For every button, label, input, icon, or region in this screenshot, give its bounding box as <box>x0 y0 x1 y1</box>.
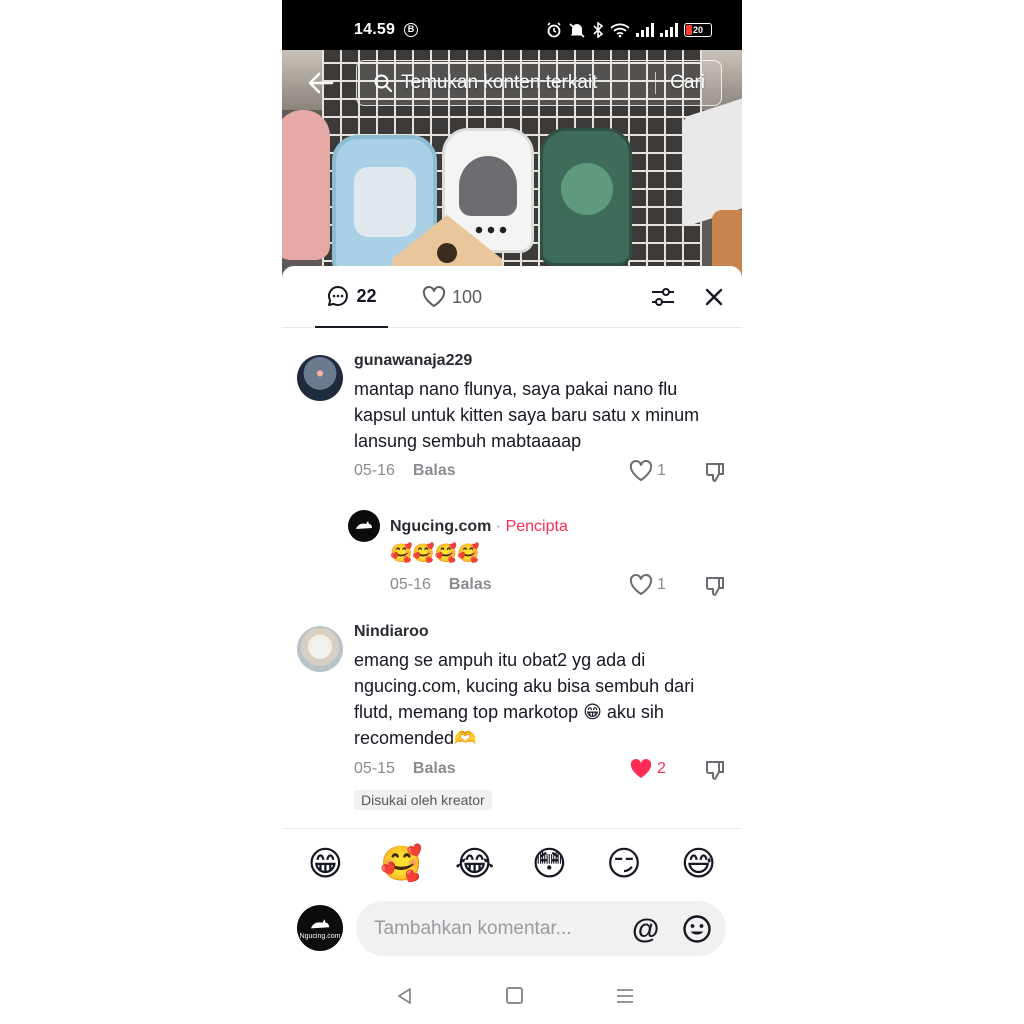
wifi-icon <box>610 23 630 38</box>
search-button[interactable]: Cari <box>656 72 721 94</box>
dislike-icon[interactable] <box>704 461 726 483</box>
comment-item: Nindiaroo emang se ampuh itu obat2 yg ad… <box>282 606 742 826</box>
comment-text: mantap nano flunya, saya pakai nano flu … <box>354 379 700 451</box>
battery-icon: 20 <box>684 23 712 37</box>
heart-icon <box>629 460 653 481</box>
avatar-label: Ngucing.com <box>299 932 341 940</box>
like-button[interactable]: 1 <box>629 574 666 596</box>
mute-icon <box>569 23 585 38</box>
heart-filled-icon <box>630 759 652 778</box>
comment-date: 05-16 <box>354 462 395 479</box>
battery-level: 20 <box>692 25 703 35</box>
my-avatar[interactable]: Ngucing.com <box>297 905 343 951</box>
top-search-bar: Temukan konten terkait Cari <box>282 58 742 108</box>
status-icons: 20 <box>546 20 712 40</box>
arrow-left-icon <box>308 72 334 94</box>
comment-date: 05-15 <box>354 760 395 777</box>
emoji-joy-button[interactable]: 😂 <box>455 844 495 884</box>
search-field[interactable]: Temukan konten terkait Cari <box>356 60 722 106</box>
emoji-flushed-button[interactable]: 😳 <box>529 844 569 884</box>
emoji-grin-button[interactable]: 😁 <box>305 844 345 884</box>
emoji-smirk-button[interactable]: 😏 <box>604 844 644 884</box>
reply-button[interactable]: Balas <box>449 576 492 593</box>
comment-input[interactable]: Tambahkan komentar... @ <box>356 901 726 956</box>
comment-meta: 05-15 Balas <box>354 760 456 778</box>
system-nav-bar <box>282 976 742 1016</box>
like-button[interactable]: 1 <box>629 460 666 482</box>
comment-composer: Ngucing.com Tambahkan komentar... @ <box>282 898 742 958</box>
creator-tag: Pencipta <box>505 518 568 535</box>
like-button[interactable]: 2 <box>629 758 666 780</box>
reply-item: Ngucing.com · Pencipta 🥰🥰🥰🥰 05-16 Balas 1 <box>282 496 742 606</box>
comment-placeholder: Tambahkan komentar... <box>374 918 572 939</box>
like-count: 2 <box>657 760 666 777</box>
cat-logo-icon <box>310 918 330 928</box>
reply-button[interactable]: Balas <box>413 760 456 777</box>
nav-back-icon[interactable] <box>395 986 415 1006</box>
nav-home-icon[interactable] <box>506 987 523 1004</box>
mention-button[interactable]: @ <box>632 913 659 945</box>
cat-logo-icon <box>356 521 372 529</box>
creator-avatar[interactable] <box>348 510 380 542</box>
nav-recents-icon[interactable] <box>616 988 634 1004</box>
search-icon <box>374 74 393 93</box>
reply-author[interactable]: Ngucing.com <box>390 518 491 535</box>
alarm-icon <box>547 22 561 38</box>
reply-username: Ngucing.com · Pencipta <box>390 518 568 536</box>
reply-meta: 05-16 Balas <box>390 576 492 594</box>
phone-screen: 14.59 B 20 Temukan konten terkait Cari 2… <box>282 0 742 1024</box>
notification-badge: B <box>404 23 418 37</box>
reply-date: 05-16 <box>390 576 431 593</box>
back-button[interactable] <box>304 66 338 100</box>
emoji-hearts-button[interactable]: 🥰 <box>380 844 422 884</box>
separator-dot: · <box>495 518 502 535</box>
comment-sheet: 22 100 gunawanaja229 mantap nano flunya,… <box>282 266 742 1024</box>
like-count: 1 <box>657 576 666 593</box>
avatar[interactable] <box>297 626 343 672</box>
emoji-picker-icon[interactable] <box>682 914 712 944</box>
like-count: 1 <box>657 462 666 479</box>
avatar[interactable] <box>297 355 343 401</box>
reply-button[interactable]: Balas <box>413 462 456 479</box>
status-bar: 14.59 B 20 <box>282 0 742 50</box>
search-placeholder: Temukan konten terkait <box>401 72 598 93</box>
liked-by-creator-badge: Disukai oleh kreator <box>354 790 492 810</box>
comment-meta: 05-16 Balas <box>354 462 456 480</box>
dislike-icon[interactable] <box>704 759 726 781</box>
emoji-sweat-smile-button[interactable]: 😅 <box>679 844 719 884</box>
comment-username[interactable]: gunawanaja229 <box>354 352 472 370</box>
comment-item: gunawanaja229 mantap nano flunya, saya p… <box>282 266 742 496</box>
comment-username[interactable]: Nindiaroo <box>354 623 429 641</box>
bluetooth-icon <box>593 22 604 38</box>
heart-icon <box>629 574 653 595</box>
comment-text: emang se ampuh itu obat2 yg ada di nguci… <box>354 650 695 748</box>
quick-emoji-bar: 😁 🥰 😂 😳 😏 😅 <box>282 828 742 898</box>
signal-icon <box>660 23 678 37</box>
status-time: 14.59 <box>354 21 396 38</box>
reply-text: 🥰🥰🥰🥰 <box>390 543 480 563</box>
signal-icon <box>636 23 654 37</box>
dislike-icon[interactable] <box>704 575 726 597</box>
